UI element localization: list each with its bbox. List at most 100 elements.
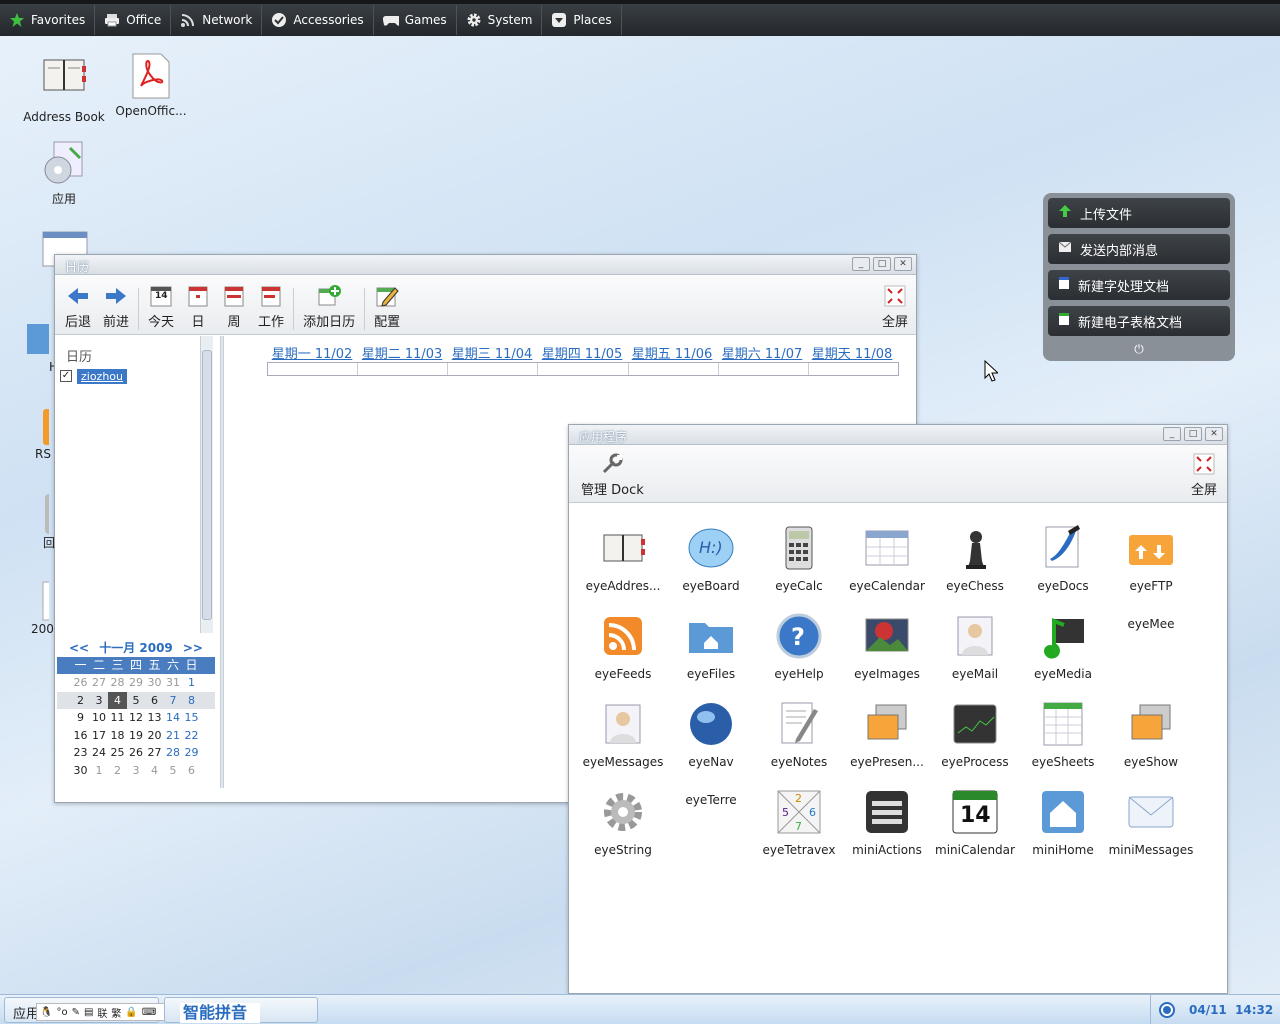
fullscreen-button[interactable]: 全屏: [876, 280, 914, 334]
app-eyepresen[interactable]: eyePresen...: [843, 699, 931, 769]
mini-day-cell[interactable]: 4: [145, 762, 164, 780]
mini-day-cell[interactable]: 12: [127, 709, 146, 727]
desktop-apps[interactable]: 应用: [19, 138, 109, 207]
power-icon[interactable]: ⏻: [1048, 342, 1230, 357]
mini-day-cell[interactable]: 11: [108, 709, 127, 727]
manage-dock-button[interactable]: 管理 Dock: [575, 448, 650, 502]
fullscreen-button[interactable]: 全屏: [1185, 448, 1223, 502]
lock-icon[interactable]: 🔒: [125, 1007, 137, 1018]
app-eyefiles[interactable]: eyeFiles: [667, 611, 755, 681]
mini-day-cell[interactable]: 31: [164, 674, 183, 692]
app-minicalendar[interactable]: 14 miniCalendar: [931, 787, 1019, 857]
weekday-header-4[interactable]: 星期五 11/06: [627, 343, 717, 362]
mini-day-cell[interactable]: 18: [108, 727, 127, 745]
maximize-button[interactable]: □: [1184, 427, 1202, 441]
calendar-item-ziozhou[interactable]: ziozhou: [77, 369, 128, 384]
mini-day-cell[interactable]: 6: [145, 692, 164, 710]
mini-day-cell[interactable]: 10: [90, 709, 109, 727]
new-document-button[interactable]: 新建字处理文档: [1048, 270, 1230, 300]
mini-day-cell[interactable]: 22: [182, 727, 201, 745]
desktop-openoffice[interactable]: OpenOffic...: [106, 52, 196, 118]
app-eyechess[interactable]: eyeChess: [931, 523, 1019, 593]
mini-day-cell[interactable]: 4: [108, 691, 127, 709]
keyboard-icon[interactable]: ⌨: [142, 1007, 156, 1018]
mini-day-cell[interactable]: 27: [145, 744, 164, 762]
app-eyefeeds[interactable]: eyeFeeds: [579, 611, 667, 681]
mini-day-cell[interactable]: 13: [145, 709, 164, 727]
app-miniactions[interactable]: miniActions: [843, 787, 931, 857]
trad-char-icon[interactable]: 繁: [111, 1005, 121, 1020]
app-eyecalc[interactable]: eyeCalc: [755, 523, 843, 593]
applications-titlebar[interactable]: 应用程序 _ □ ✕: [569, 425, 1227, 445]
mini-day-cell[interactable]: 29: [127, 674, 146, 692]
menu-favorites[interactable]: Favorites: [0, 5, 96, 35]
mini-day-cell[interactable]: 30: [145, 674, 164, 692]
weekday-header-0[interactable]: 星期一 11/02: [267, 343, 357, 362]
back-button[interactable]: 后退: [59, 280, 97, 334]
mini-day-cell[interactable]: 2: [108, 762, 127, 780]
mini-day-cell[interactable]: 3: [127, 762, 146, 780]
mini-day-cell[interactable]: 21: [164, 727, 183, 745]
mini-day-cell[interactable]: 5: [164, 762, 183, 780]
mini-day-cell[interactable]: 3: [90, 692, 109, 710]
minimize-button[interactable]: _: [852, 257, 870, 271]
app-eyenotes[interactable]: eyeNotes: [755, 699, 843, 769]
weekday-header-1[interactable]: 星期二 11/03: [357, 343, 447, 362]
link-icon[interactable]: 联: [97, 1005, 107, 1020]
punctuation-icon[interactable]: °o: [56, 1007, 67, 1018]
app-eyeboard[interactable]: H:) eyeBoard: [667, 523, 755, 593]
mini-day-cell[interactable]: 25: [108, 744, 127, 762]
mini-day-cell[interactable]: 5: [127, 692, 146, 710]
clipboard-icon[interactable]: ▤: [84, 1007, 93, 1018]
weekday-header-5[interactable]: 星期六 11/07: [717, 343, 807, 362]
mini-day-cell[interactable]: 26: [71, 674, 90, 692]
upload-file-button[interactable]: 上传文件: [1048, 198, 1230, 228]
mini-day-cell[interactable]: 16: [71, 727, 90, 745]
app-eyecalendar[interactable]: eyeCalendar: [843, 523, 931, 593]
mini-day-cell[interactable]: 26: [127, 744, 146, 762]
send-message-button[interactable]: 发送内部消息: [1048, 234, 1230, 264]
app-eyeshow[interactable]: eyeShow: [1107, 699, 1195, 769]
mini-day-cell[interactable]: 9: [71, 709, 90, 727]
close-button[interactable]: ✕: [1205, 427, 1223, 441]
penguin-icon[interactable]: 🐧: [40, 1007, 52, 1018]
new-spreadsheet-button[interactable]: 新建电子表格文档: [1048, 306, 1230, 336]
mini-day-cell[interactable]: 20: [145, 727, 164, 745]
mini-day-cell[interactable]: 17: [90, 727, 109, 745]
forward-button[interactable]: 前进: [97, 280, 135, 334]
app-eyemee[interactable]: eyeMee: [1107, 611, 1195, 631]
desktop-address-book[interactable]: Address Book: [19, 56, 109, 126]
add-calendar-button[interactable]: 添加日历: [297, 280, 361, 334]
mini-day-cell[interactable]: 14: [164, 709, 183, 727]
work-week-button[interactable]: 工作: [252, 280, 290, 334]
app-eyeimages[interactable]: eyeImages: [843, 611, 931, 681]
calendar-list-scrollbar[interactable]: [200, 336, 213, 633]
mini-day-cell[interactable]: 30: [71, 762, 90, 780]
app-eyetetravex[interactable]: 2 5 6 7 eyeTetravex: [755, 787, 843, 857]
app-eyeterre[interactable]: eyeTerre: [667, 787, 755, 807]
menu-network[interactable]: Network: [171, 5, 263, 35]
mini-day-cell[interactable]: 29: [182, 744, 201, 762]
mini-day-cell[interactable]: 24: [90, 744, 109, 762]
app-minihome[interactable]: miniHome: [1019, 787, 1107, 857]
menu-system[interactable]: System: [457, 5, 543, 35]
week-view-allday-row[interactable]: [267, 362, 899, 376]
app-eyestring[interactable]: eyeString: [579, 787, 667, 857]
menu-games[interactable]: Games: [374, 5, 457, 35]
app-eyeprocess[interactable]: eyeProcess: [931, 699, 1019, 769]
app-eyemessages[interactable]: eyeMessages: [579, 699, 667, 769]
weekday-header-6[interactable]: 星期天 11/08: [807, 343, 897, 362]
mini-day-cell[interactable]: 23: [71, 744, 90, 762]
week-view-button[interactable]: 周: [216, 280, 252, 334]
app-eyehelp[interactable]: ? eyeHelp: [755, 611, 843, 681]
weekday-header-3[interactable]: 星期四 11/05: [537, 343, 627, 362]
app-eyemedia[interactable]: eyeMedia: [1019, 611, 1107, 681]
mini-day-cell[interactable]: 28: [108, 674, 127, 692]
app-eyeftp[interactable]: eyeFTP: [1107, 523, 1195, 593]
today-button[interactable]: 14 今天: [142, 280, 180, 334]
menu-places[interactable]: Places: [542, 5, 622, 35]
menu-accessories[interactable]: Accessories: [262, 5, 374, 35]
calendar-checkbox[interactable]: ✓: [60, 370, 72, 382]
mini-day-cell[interactable]: 1: [90, 762, 109, 780]
mini-day-cell[interactable]: 1: [182, 674, 201, 692]
